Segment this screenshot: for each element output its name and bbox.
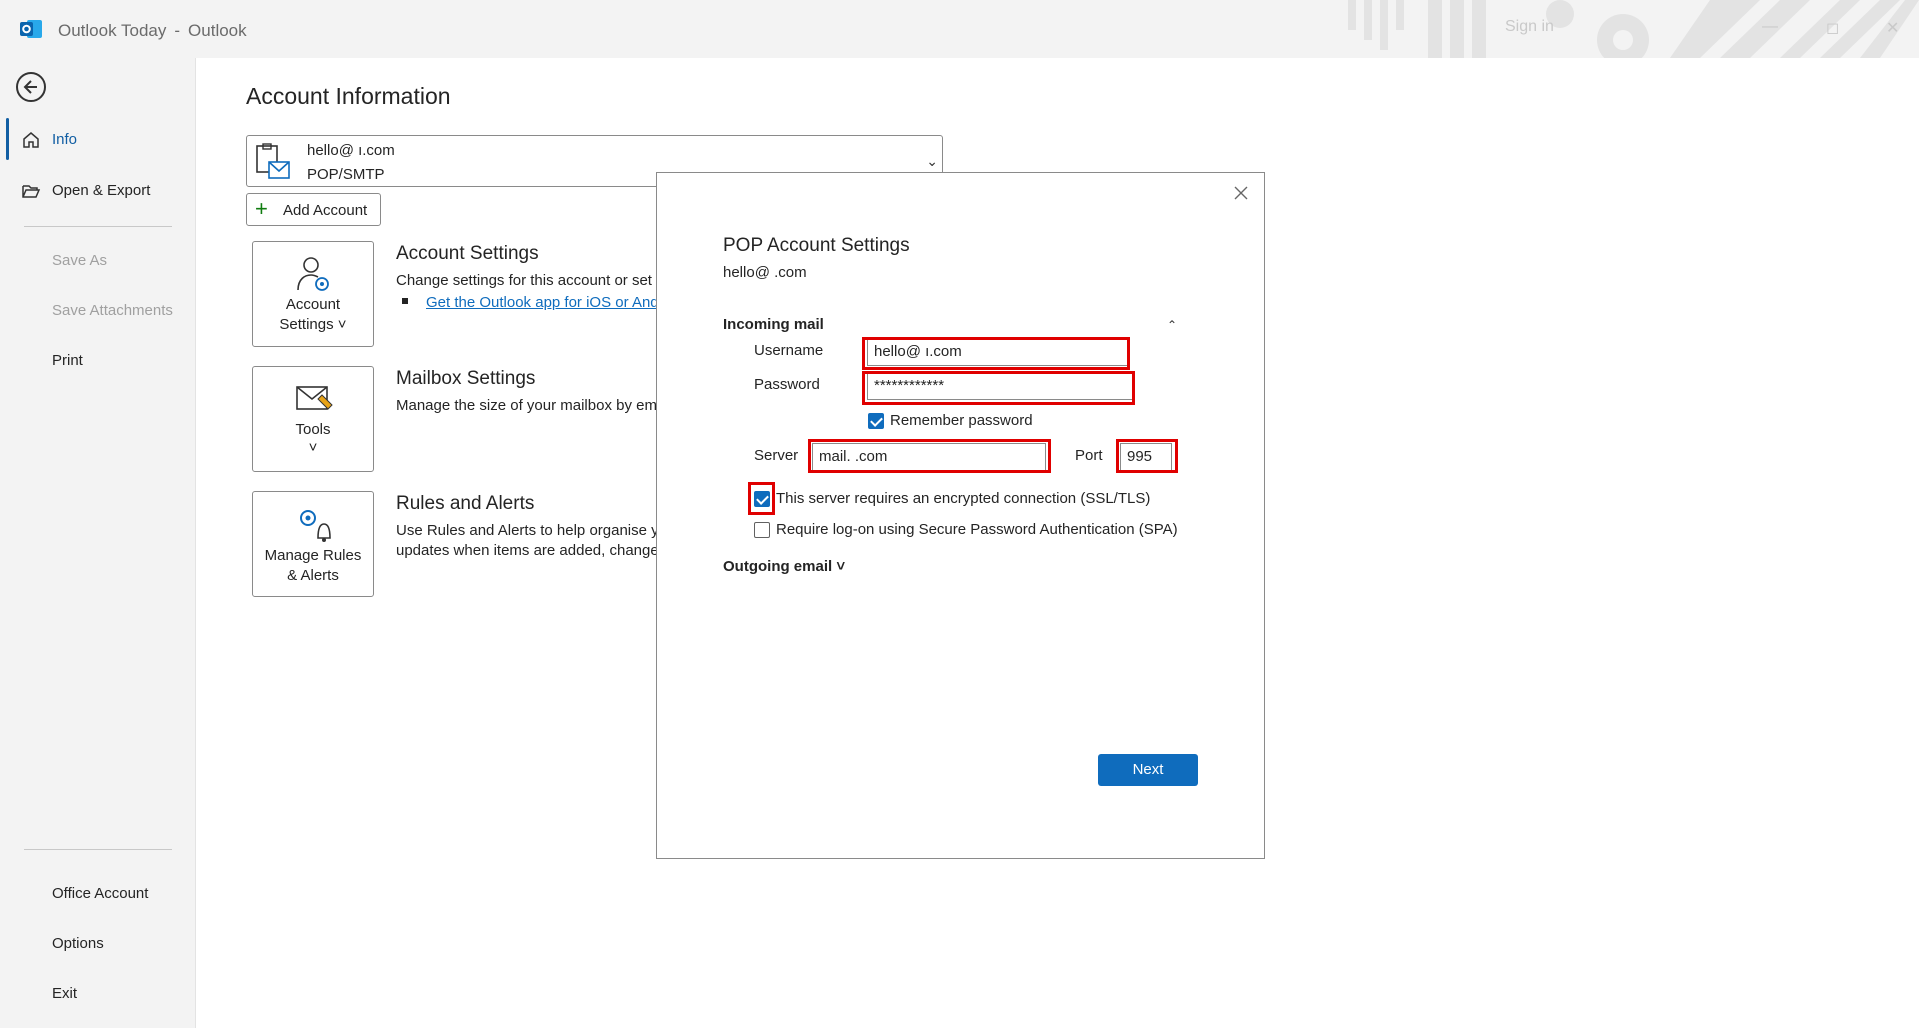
highlight-box: [808, 439, 1051, 473]
add-account-button[interactable]: + Add Account: [246, 193, 381, 226]
close-window-button[interactable]: ✕: [1886, 18, 1899, 38]
server-label: Server: [754, 447, 799, 464]
outlook-logo-icon: [20, 20, 42, 38]
nav-item-label: Info: [52, 131, 78, 148]
close-icon[interactable]: [1229, 181, 1253, 205]
arrow-left-icon: [23, 80, 37, 94]
remember-password-label: Remember password: [890, 412, 1033, 429]
nav-item-exit[interactable]: Exit: [0, 974, 195, 1014]
port-label: Port: [1075, 447, 1103, 464]
nav-divider: [24, 226, 172, 227]
tools-button[interactable]: Tools ˅: [252, 366, 374, 472]
section-description: Manage the size of your mailbox by em: [396, 397, 657, 414]
nav-item-open-export[interactable]: Open & Export: [0, 171, 195, 211]
manage-rules-button[interactable]: Manage Rules & Alerts: [252, 491, 374, 597]
highlight-box: [862, 337, 1130, 370]
next-button[interactable]: Next: [1098, 754, 1198, 786]
highlight-box: [1116, 439, 1178, 473]
nav-item-print[interactable]: Print: [0, 341, 195, 381]
nav-item-info[interactable]: Info: [0, 120, 195, 160]
back-button[interactable]: [16, 72, 46, 102]
nav-item-label: Save As: [52, 252, 108, 269]
remember-password-checkbox[interactable]: [868, 413, 884, 429]
sign-in-link[interactable]: Sign in: [1505, 18, 1554, 36]
section-title: Account Settings: [396, 243, 539, 264]
home-icon: [23, 132, 39, 148]
password-label: Password: [754, 376, 820, 393]
mailbox-tools-icon: [296, 386, 333, 410]
nav-item-label: Office Account: [52, 885, 149, 902]
minimize-button[interactable]: —: [1762, 18, 1778, 36]
nav-item-save-attachments[interactable]: Save Attachments: [0, 291, 195, 331]
outgoing-email-header[interactable]: Outgoing email ˅: [723, 558, 845, 575]
nav-item-label: Print: [52, 352, 83, 369]
username-label: Username: [754, 342, 824, 359]
chevron-up-icon[interactable]: ⌃: [1167, 318, 1177, 332]
dialog-account-email: hello@ .com: [723, 264, 807, 281]
highlight-box: [862, 371, 1135, 405]
nav-item-label: Open & Export: [52, 182, 151, 199]
account-type: POP/SMTP: [307, 166, 385, 183]
folder-open-icon: [22, 185, 41, 198]
nav-item-save-as[interactable]: Save As: [0, 241, 195, 281]
page-title: Account Information: [246, 83, 451, 109]
spa-label: Require log-on using Secure Password Aut…: [776, 521, 1178, 538]
dialog-title: POP Account Settings: [723, 235, 910, 256]
nav-item-label: Options: [52, 935, 104, 952]
section-description: Use Rules and Alerts to help organise yo: [396, 522, 667, 539]
section-title: Rules and Alerts: [396, 493, 535, 514]
incoming-mail-header[interactable]: Incoming mail: [723, 316, 824, 333]
nav-item-label: Exit: [52, 985, 78, 1002]
account-email: hello@ ı.com: [307, 142, 395, 159]
maximize-button[interactable]: ◻: [1826, 18, 1839, 38]
highlight-box: [748, 482, 775, 515]
section-description: updates when items are added, change: [396, 542, 659, 559]
section-description: Change settings for this account or set …: [396, 272, 665, 289]
nav-divider: [24, 849, 172, 850]
pop-account-settings-dialog: POP Account Settings hello@ .com Incomin…: [656, 172, 1265, 859]
bullet: [402, 298, 408, 304]
nav-item-options[interactable]: Options: [0, 924, 195, 964]
window-title: Outlook Today - Outlook: [58, 21, 247, 40]
user-settings-icon: [297, 257, 329, 291]
plus-icon: +: [255, 196, 268, 221]
spa-checkbox[interactable]: [754, 522, 770, 538]
mail-account-icon: [256, 143, 290, 179]
chevron-down-icon: ⌄: [926, 153, 938, 169]
nav-item-office-account[interactable]: Office Account: [0, 874, 195, 914]
nav-item-label: Save Attachments: [52, 302, 173, 319]
rules-alerts-icon: [300, 510, 331, 542]
ssl-tls-label: This server requires an encrypted connec…: [776, 490, 1151, 507]
title-bar: Outlook Today - Outlook Sign in — ◻ ✕: [0, 0, 1919, 58]
outlook-app-link[interactable]: Get the Outlook app for iOS or And: [426, 294, 659, 311]
section-title: Mailbox Settings: [396, 368, 536, 389]
account-settings-button[interactable]: Account Settings ˅: [252, 241, 374, 347]
